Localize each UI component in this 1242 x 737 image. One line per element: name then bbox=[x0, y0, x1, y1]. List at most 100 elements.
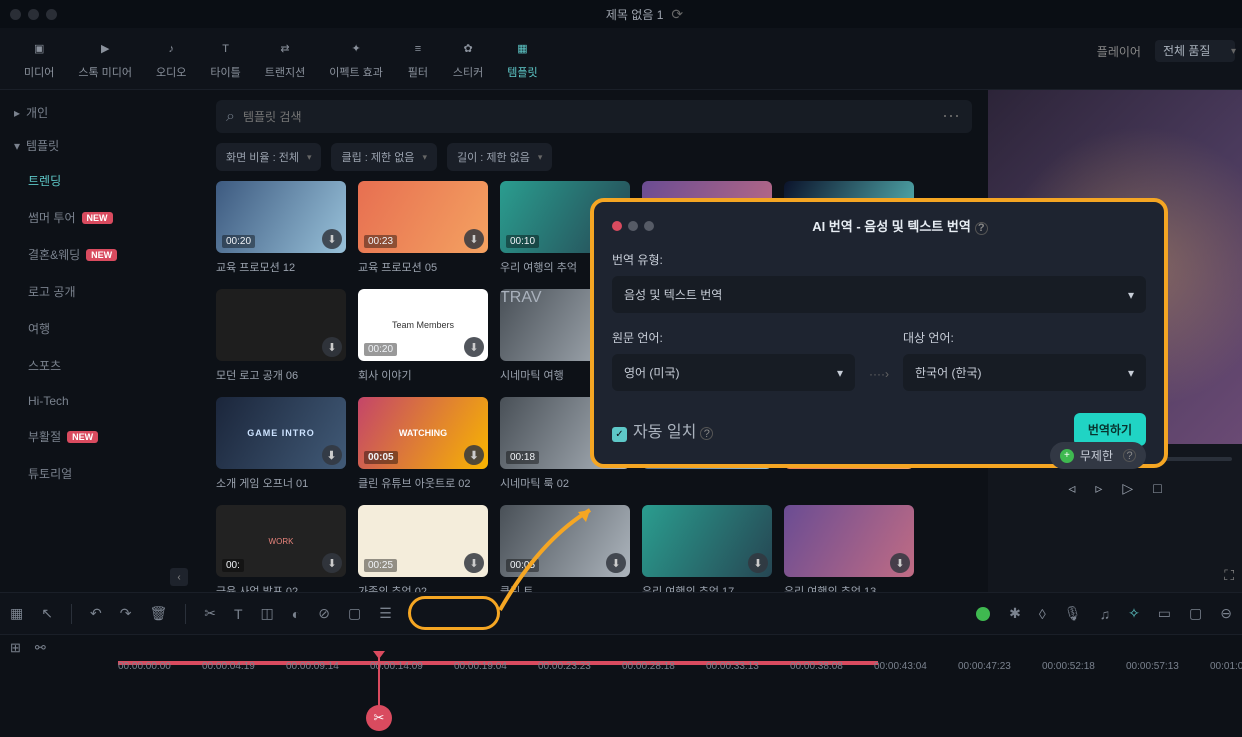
pip-tool-icon[interactable]: ▭ bbox=[1158, 605, 1171, 622]
next-frame-button[interactable]: ▹ bbox=[1095, 480, 1102, 497]
help-icon[interactable]: ? bbox=[700, 427, 713, 440]
source-lang-select[interactable]: 영어 (미국)▾ bbox=[612, 354, 855, 391]
download-icon[interactable]: ⬇ bbox=[322, 337, 342, 357]
template-card[interactable]: 00:20⬇교육 프로모션 12 bbox=[216, 181, 346, 275]
search-bar[interactable]: ⌕ ⋯ bbox=[216, 100, 972, 133]
ruler-tick: 00:00:47:23 bbox=[958, 661, 1011, 672]
filter-clips[interactable]: 클립 : 제한 없음▾ bbox=[331, 143, 436, 171]
tab-filters[interactable]: ≡필터 bbox=[395, 32, 441, 86]
source-lang-label: 원문 언어: bbox=[612, 329, 855, 346]
modal-traffic-lights[interactable] bbox=[612, 221, 654, 231]
tab-effects[interactable]: ✦이펙트 효과 bbox=[317, 32, 395, 86]
timeline: ⊞ ⚯ 00:00:00:0000:00:04:1900:00:09:1400:… bbox=[0, 634, 1242, 737]
redo-button[interactable]: ↷ bbox=[120, 605, 132, 622]
download-icon[interactable]: ⬇ bbox=[322, 553, 342, 573]
download-icon[interactable]: ⬇ bbox=[606, 553, 626, 573]
expand-icon[interactable]: ⛶ bbox=[1224, 567, 1234, 584]
tab-stickers[interactable]: ✿스티커 bbox=[441, 32, 495, 86]
music-tool-icon[interactable]: ♫ bbox=[1100, 606, 1111, 622]
download-icon[interactable]: ⬇ bbox=[464, 337, 484, 357]
sidebar-collapse-button[interactable]: ‹ bbox=[170, 568, 188, 586]
translate-tool-icon[interactable]: ☰ bbox=[379, 605, 392, 622]
sidebar-item[interactable]: 트렌딩 bbox=[0, 162, 200, 199]
stop-button[interactable]: □ bbox=[1153, 480, 1161, 497]
tab-stock-media[interactable]: ▶스톡 미디어 bbox=[66, 32, 144, 86]
sidebar-item[interactable]: 튜토리얼 bbox=[0, 455, 200, 492]
template-card[interactable]: 00:25⬇가족의 추억 02 bbox=[358, 505, 488, 592]
subtitle-tool-icon[interactable]: ▢ bbox=[348, 605, 361, 622]
prev-frame-button[interactable]: ◃ bbox=[1068, 480, 1075, 497]
template-card[interactable]: WORK00:⬇금융 사업 발표 02 bbox=[216, 505, 346, 592]
text-icon: T bbox=[215, 38, 237, 60]
tab-templates[interactable]: ▦템플릿 bbox=[495, 32, 549, 86]
search-input[interactable] bbox=[243, 110, 934, 124]
sidebar-item[interactable]: 결혼&웨딩NEW bbox=[0, 236, 200, 273]
template-card[interactable]: Team Members00:20⬇회사 이야기 bbox=[358, 289, 488, 383]
sidebar-section-personal[interactable]: ▸개인 bbox=[0, 96, 200, 129]
filter-aspect[interactable]: 화면 비율 : 전체▾ bbox=[216, 143, 321, 171]
template-card[interactable]: WATCHING00:05⬇클린 유튜브 아웃트로 02 bbox=[358, 397, 488, 491]
sidebar-item[interactable]: 여행 bbox=[0, 310, 200, 347]
download-icon[interactable]: ⬇ bbox=[890, 553, 910, 573]
undo-button[interactable]: ↶ bbox=[90, 605, 102, 622]
sidebar-item[interactable]: 부활절NEW bbox=[0, 418, 200, 455]
template-name: 가족의 추억 02 bbox=[358, 583, 488, 592]
filter-length[interactable]: 길이 : 제한 없음▾ bbox=[447, 143, 552, 171]
template-name: 클린 유튜브 아웃트로 02 bbox=[358, 475, 488, 491]
auto-match-checkbox[interactable]: ✓자동 일치? bbox=[612, 418, 713, 442]
target-lang-select[interactable]: 한국어 (한국)▾ bbox=[903, 354, 1146, 391]
download-icon[interactable]: ⬇ bbox=[322, 445, 342, 465]
sidebar-item[interactable]: 썸머 투어NEW bbox=[0, 199, 200, 236]
download-icon[interactable]: ⬇ bbox=[464, 229, 484, 249]
sticker-icon: ✿ bbox=[457, 38, 479, 60]
speed-tool-icon[interactable]: ⊘ bbox=[318, 605, 330, 622]
cut-tool-icon[interactable]: ✂ bbox=[204, 605, 216, 622]
template-card[interactable]: ⬇우리 여행의 추억 13 bbox=[784, 505, 914, 592]
sidebar-section-templates[interactable]: ▾템플릿 bbox=[0, 129, 200, 162]
tab-media[interactable]: ▣미디어 bbox=[12, 32, 66, 86]
voiceover-icon[interactable]: 🎙 bbox=[1064, 605, 1082, 622]
grid-tool-icon[interactable]: ▦ bbox=[10, 605, 23, 622]
fullscreen-tool-icon[interactable]: ▢ bbox=[1189, 605, 1202, 622]
tab-titles[interactable]: T타이틀 bbox=[198, 32, 252, 86]
template-card[interactable]: 00:23⬇교육 프로모션 05 bbox=[358, 181, 488, 275]
zoom-out-icon[interactable]: ⊖ bbox=[1220, 605, 1232, 622]
ai-tool-icon[interactable]: ✧ bbox=[1128, 605, 1140, 622]
template-name: 교육 프로모션 12 bbox=[216, 259, 346, 275]
download-icon[interactable]: ⬇ bbox=[748, 553, 768, 573]
window-traffic-lights[interactable] bbox=[10, 9, 57, 20]
link-icon[interactable]: ⚯ bbox=[35, 640, 46, 656]
track-add-icon[interactable]: ⊞ bbox=[10, 640, 21, 656]
template-name: 금융 사업 발표 02 bbox=[216, 583, 346, 592]
template-thumbnail: ⬇ bbox=[642, 505, 772, 577]
timeline-ruler[interactable]: 00:00:00:0000:00:04:1900:00:09:1400:00:1… bbox=[0, 661, 1242, 679]
tab-transitions[interactable]: ⇄트랜지션 bbox=[253, 32, 317, 86]
chevron-right-icon: ▸ bbox=[14, 106, 20, 120]
help-icon[interactable]: ? bbox=[975, 222, 988, 235]
download-icon[interactable]: ⬇ bbox=[322, 229, 342, 249]
mask-tool-icon[interactable]: ◐ bbox=[292, 606, 300, 622]
download-icon[interactable]: ⬇ bbox=[464, 445, 484, 465]
download-icon[interactable]: ⬇ bbox=[464, 553, 484, 573]
sidebar-item[interactable]: Hi-Tech bbox=[0, 384, 200, 418]
template-card[interactable]: 00:05⬇클린 트... bbox=[500, 505, 630, 592]
quality-select[interactable]: 전체 품질 bbox=[1155, 40, 1235, 62]
tab-audio[interactable]: ♪오디오 bbox=[144, 32, 198, 86]
play-button[interactable]: ▷ bbox=[1122, 480, 1133, 497]
template-card[interactable]: GAME INTRO⬇소개 게임 오프너 01 bbox=[216, 397, 346, 491]
sidebar-item[interactable]: 스포츠 bbox=[0, 347, 200, 384]
text-tool-icon[interactable]: T bbox=[234, 606, 243, 622]
delete-button[interactable]: 🗑 bbox=[149, 605, 167, 622]
template-card[interactable]: ⬇모던 로고 공개 06 bbox=[216, 289, 346, 383]
template-card[interactable]: ⬇우리 여행의 추억 17 bbox=[642, 505, 772, 592]
crop-tool-icon[interactable]: ◫ bbox=[261, 605, 274, 622]
translate-type-select[interactable]: 음성 및 텍스트 번역▾ bbox=[612, 276, 1146, 313]
help-icon[interactable]: ? bbox=[1123, 449, 1136, 462]
record-icon[interactable] bbox=[975, 606, 991, 622]
pointer-tool-icon[interactable]: ↖ bbox=[41, 605, 53, 622]
color-tool-icon[interactable]: ✱ bbox=[1009, 605, 1021, 622]
more-icon[interactable]: ⋯ bbox=[942, 106, 962, 127]
sidebar-item[interactable]: 로고 공개 bbox=[0, 273, 200, 310]
marker-tool-icon[interactable]: ◊ bbox=[1039, 606, 1046, 622]
cut-marker-icon[interactable]: ✂ bbox=[366, 705, 392, 731]
